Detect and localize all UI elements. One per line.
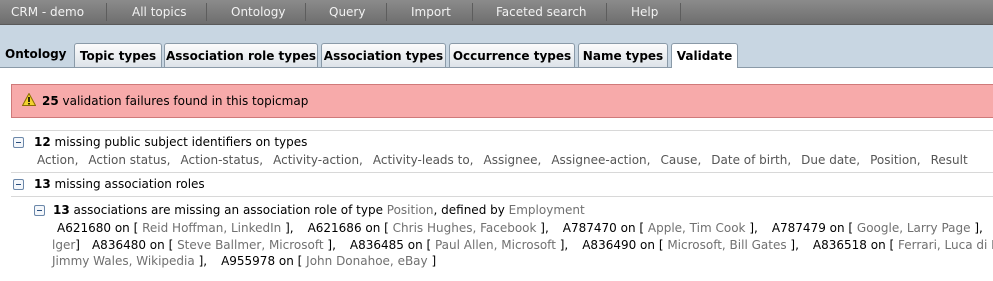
association-ref: A836485 on [ Paul Allen, Microsoft ], [349, 238, 569, 252]
psi-text: missing public subject identifiers on ty… [50, 135, 308, 149]
missing-role-count: 13 [53, 203, 70, 217]
tab-occurrence-types[interactable]: Occurrence types [449, 43, 575, 67]
role-player-link[interactable]: Apple, Tim Cook [648, 221, 746, 235]
nav-divider [472, 3, 473, 21]
role-type-link[interactable]: Position [387, 203, 434, 217]
topic-type-link[interactable]: Cause, [660, 153, 701, 167]
association-ref: A836480 on [ Steve Ballmer, Microsoft ], [91, 238, 336, 252]
topic-type-link[interactable]: Action-status, [181, 153, 264, 167]
association-ref: A955978 on [ John Donahoe, eBay ] [221, 254, 437, 268]
nav-help[interactable]: Help [631, 0, 658, 24]
collapse-toggle-roles[interactable] [13, 179, 24, 190]
role-player-link[interactable]: Jimmy Wales, Wikipedia [52, 254, 195, 268]
roles-count: 13 [34, 177, 51, 191]
tab-topic-types[interactable]: Topic types [74, 43, 162, 67]
nav-divider [386, 3, 387, 21]
role-player-link[interactable]: Paul Allen, Microsoft [435, 238, 556, 252]
validation-alert: 25 validation failures found in this top… [11, 84, 993, 118]
missing-role-heading: 13 associations are missing an associati… [53, 203, 585, 217]
role-player-link[interactable]: Google, Larry Page [857, 221, 971, 235]
nav-divider [305, 3, 306, 21]
association-type-link[interactable]: Employment [509, 203, 585, 217]
warning-icon [21, 92, 37, 109]
roles-text: missing association roles [50, 177, 205, 191]
tab-name-types[interactable]: Name types [578, 43, 668, 67]
alert-text: validation failures found in this topicm… [58, 94, 309, 108]
role-player-link[interactable]: Steve Ballmer, Microsoft [177, 238, 324, 252]
divider [11, 130, 993, 131]
role-player-link[interactable]: Chris Hughes, Facebook [393, 221, 537, 235]
role-player-link[interactable]: Ferrari, Luca di Mon [898, 238, 993, 252]
nav-faceted-search[interactable]: Faceted search [496, 0, 587, 24]
association-ref: A787470 on [ Apple, Tim Cook ], [562, 221, 758, 235]
topic-type-link[interactable]: Activity-action, [273, 153, 363, 167]
topic-type-link[interactable]: Assignee-action, [551, 153, 650, 167]
psi-heading: 12 missing public subject identifiers on… [34, 135, 307, 149]
top-navigation-bar: CRM - demo All topics Ontology Query Imp… [0, 0, 993, 25]
roles-heading: 13 missing association roles [34, 177, 205, 191]
topic-type-link[interactable]: Date of birth, [711, 153, 791, 167]
role-player-link[interactable]: Reid Hoffman, LinkedIn [142, 221, 281, 235]
divider [11, 196, 993, 197]
role-player-link[interactable]: Microsoft, Bill Gates [667, 238, 786, 252]
nav-divider [680, 3, 681, 21]
nav-query[interactable]: Query [329, 0, 365, 24]
association-row-3: Jimmy Wales, Wikipedia ], A955978 on [ Jo… [52, 254, 450, 268]
divider [11, 172, 993, 173]
association-ref: A621680 on [ Reid Hoffman, LinkedIn ], [57, 221, 294, 235]
topic-type-link[interactable]: Action, [37, 153, 78, 167]
nav-divider [106, 3, 107, 21]
association-ref: A836518 on [ Ferrari, Luca di Mon [813, 238, 993, 252]
topic-type-link[interactable]: Due date, [801, 153, 860, 167]
nav-import[interactable]: Import [411, 0, 451, 24]
topic-type-link[interactable]: Assignee, [483, 153, 541, 167]
psi-type-list: Action, Action status, Action-status, Activ… [37, 153, 978, 167]
tab-validate[interactable]: Validate [671, 43, 738, 68]
association-ref: Jimmy Wales, Wikipedia ], [52, 254, 208, 268]
collapse-toggle-role-position[interactable] [34, 205, 45, 216]
ontology-label: Ontology [5, 47, 67, 61]
association-ref: A621686 on [ Chris Hughes, Facebook ], [307, 221, 549, 235]
psi-count: 12 [34, 135, 51, 149]
topic-type-link[interactable]: Activity-leads to, [373, 153, 474, 167]
tab-association-role-types[interactable]: Association role types [164, 43, 318, 67]
nav-crm-demo[interactable]: CRM - demo [11, 0, 84, 24]
nav-divider [606, 3, 607, 21]
nav-divider [206, 3, 207, 21]
alert-message: 25 validation failures found in this top… [42, 94, 308, 108]
topic-type-link[interactable]: Action status, [88, 153, 170, 167]
association-ref: A787479 on [ Google, Larry Page ], [771, 221, 983, 235]
failure-count: 25 [42, 94, 59, 108]
role-player-link[interactable]: John Donahoe, eBay [306, 254, 427, 268]
association-row-2: lger] A836480 on [ Steve Ballmer, Microso… [52, 238, 993, 252]
tab-association-types[interactable]: Association types [321, 43, 446, 67]
role-player-link[interactable]: lger] [52, 238, 80, 252]
association-ref: A836490 on [ Microsoft, Bill Gates ], [582, 238, 799, 252]
collapse-toggle-psi[interactable] [13, 137, 24, 148]
association-row-1: A621680 on [ Reid Hoffman, LinkedIn ], A6… [57, 221, 993, 235]
nav-ontology[interactable]: Ontology [231, 0, 286, 24]
topic-type-link[interactable]: Position, [870, 153, 921, 167]
topic-type-link[interactable]: Result [931, 153, 968, 167]
nav-all-topics[interactable]: All topics [132, 0, 187, 24]
